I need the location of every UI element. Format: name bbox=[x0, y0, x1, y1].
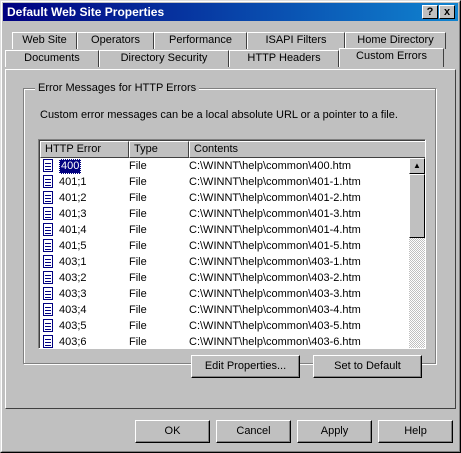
list-item[interactable]: 400 File C:\WINNT\help\common\400.htm bbox=[40, 158, 408, 174]
list-item-type: File bbox=[129, 240, 147, 252]
help-button[interactable]: Help bbox=[378, 420, 453, 443]
list-item-type: File bbox=[129, 304, 147, 316]
tab-directory-security[interactable]: Directory Security bbox=[99, 50, 229, 67]
list-item[interactable]: 403;6 File C:\WINNT\help\common\403-6.htm bbox=[40, 334, 408, 348]
list-item-type: File bbox=[129, 256, 147, 268]
properties-dialog: Default Web Site Properties ? x Web Site… bbox=[0, 0, 461, 453]
list-item-type: File bbox=[129, 160, 147, 172]
edit-properties-button[interactable]: Edit Properties... bbox=[191, 355, 300, 378]
list-item-error: 401;1 bbox=[59, 176, 87, 188]
list-item-type: File bbox=[129, 336, 147, 348]
tab-web-site[interactable]: Web Site bbox=[12, 32, 77, 49]
title-bar[interactable]: Default Web Site Properties ? x bbox=[3, 3, 458, 21]
document-icon bbox=[43, 175, 53, 188]
list-item[interactable]: 403;4 File C:\WINNT\help\common\403-4.htm bbox=[40, 302, 408, 318]
list-item-type: File bbox=[129, 208, 147, 220]
list-frame: HTTP Error Type Contents 400 File C:\WINNT… bbox=[39, 140, 425, 348]
list-item[interactable]: 403;5 File C:\WINNT\help\common\403-5.htm bbox=[40, 318, 408, 334]
list-rows: 400 File C:\WINNT\help\common\400.htm 401;1… bbox=[40, 158, 408, 348]
document-icon bbox=[43, 335, 53, 348]
list-item[interactable]: 403;3 File C:\WINNT\help\common\403-3.htm bbox=[40, 286, 408, 302]
list-item-contents: C:\WINNT\help\common\400.htm bbox=[189, 160, 351, 172]
cancel-button[interactable]: Cancel bbox=[216, 420, 291, 443]
list-item[interactable]: 401;1 File C:\WINNT\help\common\401-1.htm bbox=[40, 174, 408, 190]
list-item-type: File bbox=[129, 176, 147, 188]
list-item-contents: C:\WINNT\help\common\403-3.htm bbox=[189, 288, 361, 300]
ok-button[interactable]: OK bbox=[135, 420, 210, 443]
list-item-type: File bbox=[129, 224, 147, 236]
scroll-thumb[interactable] bbox=[409, 174, 425, 238]
list-item-error: 401;3 bbox=[59, 208, 87, 220]
column-header-contents[interactable]: Contents bbox=[189, 141, 425, 158]
list-item-error: 400 bbox=[59, 159, 82, 174]
list-item-contents: C:\WINNT\help\common\403-6.htm bbox=[189, 336, 361, 348]
list-item-error: 403;4 bbox=[59, 304, 87, 316]
error-list[interactable]: HTTP Error Type Contents 400 File C:\WINNT… bbox=[38, 139, 426, 349]
tab-performance[interactable]: Performance bbox=[154, 32, 247, 49]
document-icon bbox=[43, 255, 53, 268]
group-label: Error Messages for HTTP Errors bbox=[35, 82, 200, 94]
document-icon bbox=[43, 287, 53, 300]
apply-button[interactable]: Apply bbox=[297, 420, 372, 443]
list-item-contents: C:\WINNT\help\common\403-4.htm bbox=[189, 304, 361, 316]
document-icon bbox=[43, 303, 53, 316]
tab-home-directory[interactable]: Home Directory bbox=[345, 32, 446, 49]
list-item-error: 403;1 bbox=[59, 256, 87, 268]
tab-operators[interactable]: Operators bbox=[77, 32, 154, 49]
list-item-type: File bbox=[129, 288, 147, 300]
list-item[interactable]: 403;1 File C:\WINNT\help\common\403-1.htm bbox=[40, 254, 408, 270]
list-item-contents: C:\WINNT\help\common\403-1.htm bbox=[189, 256, 361, 268]
list-item-error: 401;2 bbox=[59, 192, 87, 204]
help-title-button[interactable]: ? bbox=[422, 5, 438, 19]
tab-isapi-filters[interactable]: ISAPI Filters bbox=[247, 32, 345, 49]
list-item-error: 401;5 bbox=[59, 240, 87, 252]
column-header-http-error[interactable]: HTTP Error bbox=[40, 141, 129, 158]
list-item-contents: C:\WINNT\help\common\401-1.htm bbox=[189, 176, 361, 188]
list-item-contents: C:\WINNT\help\common\403-2.htm bbox=[189, 272, 361, 284]
list-item[interactable]: 403;2 File C:\WINNT\help\common\403-2.htm bbox=[40, 270, 408, 286]
close-title-button[interactable]: x bbox=[439, 5, 455, 19]
vertical-scrollbar[interactable]: ▲ bbox=[409, 158, 425, 348]
document-icon bbox=[43, 271, 53, 284]
list-item-type: File bbox=[129, 320, 147, 332]
document-icon bbox=[43, 207, 53, 220]
tab-custom-errors[interactable]: Custom Errors bbox=[339, 48, 444, 67]
list-item-contents: C:\WINNT\help\common\401-5.htm bbox=[189, 240, 361, 252]
column-header-type[interactable]: Type bbox=[129, 141, 189, 158]
list-item-error: 403;2 bbox=[59, 272, 87, 284]
list-item-type: File bbox=[129, 192, 147, 204]
set-to-default-button[interactable]: Set to Default bbox=[313, 355, 422, 378]
list-item-error: 401;4 bbox=[59, 224, 87, 236]
document-icon bbox=[43, 223, 53, 236]
document-icon bbox=[43, 239, 53, 252]
list-item[interactable]: 401;3 File C:\WINNT\help\common\401-3.htm bbox=[40, 206, 408, 222]
list-item[interactable]: 401;5 File C:\WINNT\help\common\401-5.htm bbox=[40, 238, 408, 254]
list-item-contents: C:\WINNT\help\common\401-2.htm bbox=[189, 192, 361, 204]
list-item[interactable]: 401;2 File C:\WINNT\help\common\401-2.htm bbox=[40, 190, 408, 206]
list-item-contents: C:\WINNT\help\common\403-5.htm bbox=[189, 320, 361, 332]
document-icon bbox=[43, 191, 53, 204]
tab-http-headers[interactable]: HTTP Headers bbox=[229, 50, 339, 67]
tab-documents[interactable]: Documents bbox=[5, 50, 99, 67]
list-item-error: 403;5 bbox=[59, 320, 87, 332]
list-item[interactable]: 401;4 File C:\WINNT\help\common\401-4.htm bbox=[40, 222, 408, 238]
list-item-type: File bbox=[129, 272, 147, 284]
list-item-error: 403;6 bbox=[59, 336, 87, 348]
list-item-contents: C:\WINNT\help\common\401-4.htm bbox=[189, 224, 361, 236]
document-icon bbox=[43, 159, 53, 172]
document-icon bbox=[43, 319, 53, 332]
window-title: Default Web Site Properties bbox=[7, 5, 165, 19]
list-item-contents: C:\WINNT\help\common\401-3.htm bbox=[189, 208, 361, 220]
group-description: Custom error messages can be a local abs… bbox=[40, 109, 398, 121]
list-item-error: 403;3 bbox=[59, 288, 87, 300]
scroll-up-arrow-icon[interactable]: ▲ bbox=[409, 158, 425, 174]
